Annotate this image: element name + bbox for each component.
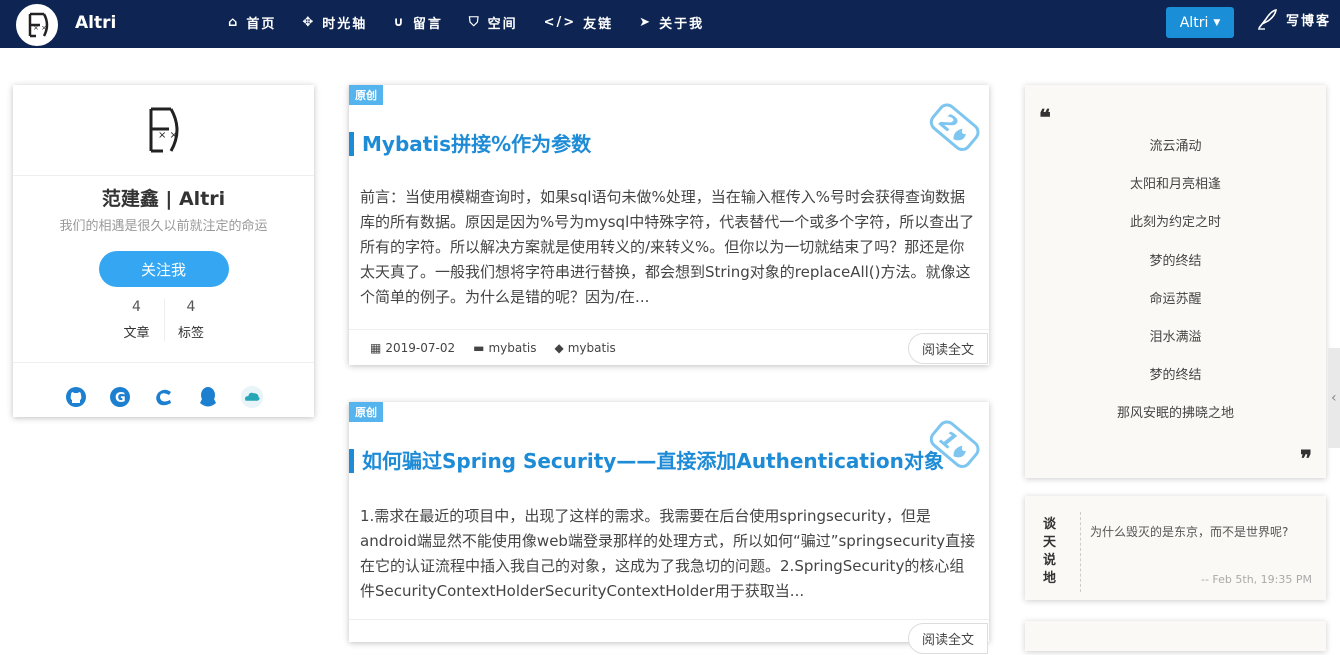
article-meta: 阅读全文: [349, 619, 989, 655]
original-tag: 原创: [349, 85, 383, 105]
nav-about-label: 关于我: [659, 17, 705, 32]
poem-lines: 流云涌动 太阳和月亮相逢 此刻为约定之时 梦的终结 命运苏醒 泪水满溢 梦的终结…: [1025, 135, 1326, 441]
user-dropdown-button[interactable]: Altri ▼: [1166, 7, 1234, 38]
article-summary: 前言：当使用模糊查询时，如果sql语句未做%处理，当在输入框传入%号时会获得查询…: [360, 188, 975, 306]
code-icon: </>: [543, 15, 577, 30]
article-tags[interactable]: ◆ mybatis: [555, 341, 616, 355]
google-icon[interactable]: G: [108, 385, 132, 409]
site-logo[interactable]: × ×: [14, 2, 60, 48]
poem-line: 此刻为约定之时: [1129, 215, 1221, 231]
nav-message[interactable]: ∪ 留言: [393, 13, 443, 32]
write-blog-label: 写博客: [1286, 13, 1332, 29]
article-card: 原创 1 如何骗过Spring Security——直接添加Authentica…: [349, 402, 989, 654]
article-date-text: 2019-07-02: [385, 340, 456, 355]
arrows-icon: ✥: [302, 15, 316, 30]
stat-tags-label: 标签: [177, 326, 204, 341]
article-meta: ▦ 2019-07-02 ▬ mybatis ◆ mybatis 阅读全文: [349, 329, 989, 365]
home-icon: ⌂: [228, 15, 240, 30]
nav-timeline[interactable]: ✥ 时光轴: [302, 13, 367, 32]
article-category-text: mybatis: [488, 340, 537, 355]
profile-motto: 我们的相遇是很久以前就注定的命运: [59, 219, 268, 234]
poem-line: 太阳和月亮相逢: [1129, 177, 1221, 193]
article-title[interactable]: Mybatis拼接%作为参数: [349, 132, 591, 156]
talk-date: -- Feb 5th, 19:35 PM: [1200, 573, 1312, 586]
logo-face-icon: × ×: [28, 12, 49, 38]
nav-space[interactable]: ⛉ 空间: [469, 13, 518, 32]
read-more-button[interactable]: 阅读全文: [907, 623, 988, 654]
nav-message-label: 留言: [412, 17, 443, 32]
article-summary: 1.需求在最近的项目中，出现了这样的需求。我需要在后台使用springsecur…: [360, 507, 976, 600]
tags-icon: ◆: [554, 340, 564, 355]
cloud-icon[interactable]: [240, 385, 264, 409]
user-button-label: Altri: [1179, 14, 1209, 31]
article-card: 原创 2 Mybatis拼接%作为参数 前言：当使用模糊查询时，如果sql语句未…: [349, 85, 989, 365]
profile-avatar: × ×: [13, 85, 314, 176]
poem-line: 那风安眠的拂晓之地: [1116, 406, 1234, 422]
chevron-left-icon: ‹: [1331, 390, 1337, 406]
profile-card: × × 范建鑫 | Altri 我们的相遇是很久以前就注定的命运 关注我 4 文章…: [13, 85, 314, 417]
poem-line: 流云涌动: [1149, 139, 1202, 154]
csdn-icon[interactable]: [152, 385, 176, 409]
nav-space-label: 空间: [487, 17, 518, 32]
social-links: G: [13, 362, 314, 409]
shield-icon: ⛉: [468, 15, 481, 30]
brand-name[interactable]: Altri: [75, 13, 116, 33]
profile-name: 范建鑫 | Altri: [101, 188, 226, 210]
nav-links-label: 友链: [583, 17, 614, 32]
github-icon[interactable]: [64, 385, 88, 409]
divider: [1080, 512, 1081, 592]
qq-icon[interactable]: [196, 385, 220, 409]
nav-about[interactable]: ➤ 关于我: [639, 13, 704, 32]
svg-text:× ×: × ×: [33, 24, 47, 32]
poem-card: ❝ 流云涌动 太阳和月亮相逢 此刻为约定之时 梦的终结 命运苏醒 泪水满溢 梦的…: [1025, 85, 1326, 478]
article-tags-text: mybatis: [567, 340, 616, 355]
caret-down-icon: ▼: [1213, 17, 1221, 28]
nav-timeline-label: 时光轴: [322, 17, 368, 32]
original-tag: 原创: [349, 402, 383, 422]
sidebar-card: [1025, 621, 1326, 651]
write-blog-link[interactable]: 写博客: [1256, 8, 1331, 30]
pointer-icon: ➤: [639, 15, 653, 30]
top-navbar: × × Altri ⌂ 首页 ✥ 时光轴 ∪ 留言 ⛉ 空间 </> 友链 ➤ 关于我 Al…: [0, 0, 1340, 48]
stat-tags[interactable]: 4 标签: [163, 299, 218, 341]
profile-stats: 4 文章 4 标签: [13, 299, 314, 341]
quote-close-icon: ❞: [1300, 446, 1312, 472]
side-panel-toggle[interactable]: ‹: [1328, 348, 1340, 448]
talk-text[interactable]: 为什么毁灭的是东京，而不是世界呢?: [1090, 523, 1288, 540]
poem-line: 命运苏醒: [1149, 291, 1202, 307]
article-date: ▦ 2019-07-02: [370, 341, 455, 355]
avatar-face-icon: × ×: [149, 107, 178, 153]
read-more-button[interactable]: 阅读全文: [907, 333, 988, 364]
follow-button[interactable]: 关注我: [98, 251, 229, 287]
poem-line: 梦的终结: [1149, 368, 1202, 384]
hot-rank-badge-icon: 2: [929, 103, 980, 151]
folder-icon: ▬: [473, 340, 485, 355]
stat-articles-label: 文章: [123, 326, 150, 341]
stat-articles[interactable]: 4 文章: [110, 299, 164, 341]
nav-home-label: 首页: [246, 17, 277, 32]
stat-articles-count: 4: [132, 299, 141, 315]
svg-text:G: G: [115, 391, 126, 406]
quote-open-icon: ❝: [1039, 105, 1051, 131]
article-category[interactable]: ▬ mybatis: [473, 341, 536, 355]
stat-tags-count: 4: [186, 299, 196, 315]
talk-label: 谈天说地: [1043, 517, 1057, 586]
talk-card: 谈天说地 为什么毁灭的是东京，而不是世界呢? -- Feb 5th, 19:35…: [1025, 496, 1326, 600]
nav-links[interactable]: </> 友链: [544, 13, 614, 32]
article-title[interactable]: 如何骗过Spring Security——直接添加Authentication对…: [349, 449, 944, 473]
main-menu: ⌂ 首页 ✥ 时光轴 ∪ 留言 ⛉ 空间 </> 友链 ➤ 关于我: [228, 13, 730, 32]
nav-home[interactable]: ⌂ 首页: [228, 13, 276, 32]
poem-line: 梦的终结: [1149, 253, 1202, 269]
feather-pen-icon: [1258, 8, 1277, 30]
svg-text:× ×: × ×: [158, 130, 178, 141]
poem-line: 泪水满溢: [1149, 329, 1202, 345]
magnet-icon: ∪: [393, 15, 406, 30]
calendar-icon: ▦: [370, 340, 382, 355]
